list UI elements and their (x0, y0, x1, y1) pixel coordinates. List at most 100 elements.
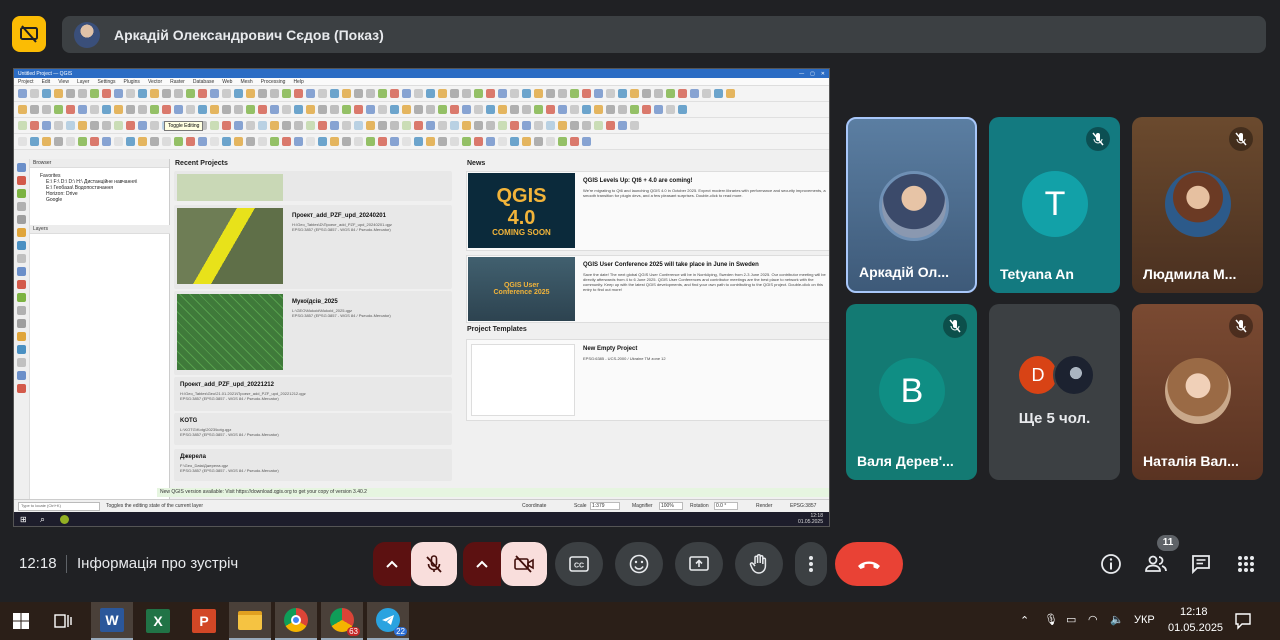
toolbar-tool-icon[interactable] (690, 89, 699, 98)
qgis-menu-item[interactable]: Mesh (240, 79, 252, 85)
toolbar-tool-icon[interactable] (330, 121, 339, 130)
toolbar-tool-icon[interactable] (282, 121, 291, 130)
toolbar-tool-icon[interactable] (642, 105, 651, 114)
toolbar-tool-icon[interactable] (114, 105, 123, 114)
recent-project-card[interactable]: Мукоїдсів_2025 L:\GEO\Mukoid\Mukoid_2025… (174, 291, 452, 375)
toolbar-tool-icon[interactable] (186, 105, 195, 114)
toolbar-tool-icon[interactable] (90, 105, 99, 114)
toolbar-tool-icon[interactable] (582, 89, 591, 98)
toolbar-tool-icon[interactable] (426, 121, 435, 130)
toolbar-tool-icon[interactable] (606, 105, 615, 114)
toolbar-tool-icon[interactable] (366, 137, 375, 146)
toolbar-tool-icon[interactable] (42, 121, 51, 130)
recent-project-card[interactable]: Проект_add_PZF_upd_20221212 H:\Geo_Table… (174, 377, 452, 411)
toolbar-tool-icon[interactable] (138, 89, 147, 98)
toolbar-tool-icon[interactable] (414, 105, 423, 114)
side-tool-icon[interactable] (17, 202, 26, 211)
toolbar-tool-icon[interactable] (138, 121, 147, 130)
toolbar-tool-icon[interactable] (270, 89, 279, 98)
toolbar-tool-icon[interactable] (486, 137, 495, 146)
side-tool-icon[interactable] (17, 189, 26, 198)
toolbar-tool-icon[interactable] (306, 89, 315, 98)
toolbar-tool-icon[interactable] (270, 105, 279, 114)
chat-button[interactable] (1189, 552, 1213, 576)
toolbar-tool-icon[interactable] (330, 105, 339, 114)
recent-project-card[interactable]: Проект_add_PZF_upd_20240201 H:\Geo_Table… (174, 205, 452, 289)
toolbar-tool-icon[interactable] (234, 137, 243, 146)
toolbar-tool-icon[interactable] (234, 105, 243, 114)
toolbar-tool-icon[interactable] (546, 121, 555, 130)
toolbar-tool-icon[interactable] (654, 89, 663, 98)
toolbar-tool-icon[interactable] (522, 89, 531, 98)
toolbar-tool-icon[interactable] (78, 105, 87, 114)
toolbar-tool-icon[interactable] (318, 121, 327, 130)
toolbar-tool-icon[interactable] (618, 89, 627, 98)
toolbar-tool-icon[interactable] (450, 105, 459, 114)
toolbar-tool-icon[interactable] (390, 89, 399, 98)
toolbar-tool-icon[interactable] (630, 89, 639, 98)
toolbar-tool-icon[interactable] (474, 89, 483, 98)
toolbar-tool-icon[interactable] (390, 137, 399, 146)
participant-tile[interactable]: Аркадій Ол... (846, 117, 977, 293)
toolbar-tool-icon[interactable] (114, 89, 123, 98)
toolbar-tool-icon[interactable] (666, 105, 675, 114)
toolbar-tool-icon[interactable] (222, 121, 231, 130)
toolbar-tool-icon[interactable] (162, 105, 171, 114)
side-tool-icon[interactable] (17, 358, 26, 367)
toolbar-tool-icon[interactable] (498, 89, 507, 98)
reactions-button[interactable] (615, 542, 663, 586)
toolbar-tool-icon[interactable] (534, 137, 543, 146)
toolbar-tool-icon[interactable] (354, 105, 363, 114)
toolbar-tool-icon[interactable] (414, 89, 423, 98)
toolbar-tool-icon[interactable] (582, 137, 591, 146)
toolbar-tool-icon[interactable] (618, 105, 627, 114)
toolbar-tool-icon[interactable] (366, 89, 375, 98)
template-item[interactable]: New Empty Project EPSG:6385 - UCS-2000 /… (466, 339, 829, 421)
toolbar-tool-icon[interactable] (678, 105, 687, 114)
crs-button[interactable]: EPSG:3857 (790, 503, 816, 509)
toolbar-tool-icon[interactable] (78, 137, 87, 146)
toolbar-tool-icon[interactable] (114, 121, 123, 130)
toolbar-tool-icon[interactable] (366, 105, 375, 114)
toolbar-tool-icon[interactable] (138, 105, 147, 114)
toolbar-tool-icon[interactable] (498, 105, 507, 114)
toolbar-tool-icon[interactable] (366, 121, 375, 130)
toolbar-tool-icon[interactable] (438, 137, 447, 146)
rotation-field[interactable]: 0.0 ° (714, 502, 738, 510)
toolbar-tool-icon[interactable] (270, 121, 279, 130)
qgis-menu-item[interactable]: Help (293, 79, 303, 85)
toolbar-tool-icon[interactable] (582, 105, 591, 114)
toolbar-tool-icon[interactable] (186, 89, 195, 98)
activities-button[interactable] (1234, 552, 1258, 576)
qgis-menu-item[interactable]: Raster (170, 79, 185, 85)
meeting-info-link[interactable]: Інформація про зустріч (77, 555, 238, 572)
toolbar-tool-icon[interactable] (18, 137, 27, 146)
toolbar-tool-icon[interactable] (102, 121, 111, 130)
toolbar-tool-icon[interactable] (78, 89, 87, 98)
qgis-menu-item[interactable]: Vector (148, 79, 162, 85)
toolbar-tool-icon[interactable] (438, 121, 447, 130)
toolbar-tool-icon[interactable] (198, 89, 207, 98)
toolbar-tool-icon[interactable] (258, 89, 267, 98)
toolbar-tool-icon[interactable] (654, 105, 663, 114)
toolbar-tool-icon[interactable] (126, 137, 135, 146)
toolbar-tool-icon[interactable] (186, 137, 195, 146)
toolbar-tool-icon[interactable] (474, 105, 483, 114)
recent-project-card[interactable]: Джерела F:\Geo_Data\Джерела.qgz EPSG:385… (174, 449, 452, 481)
toolbar-tool-icon[interactable] (414, 121, 423, 130)
toolbar-tool-icon[interactable] (246, 89, 255, 98)
toolbar-tool-icon[interactable] (582, 121, 591, 130)
toolbar-tool-icon[interactable] (522, 105, 531, 114)
render-checkbox[interactable]: Render (756, 503, 772, 509)
toolbar-tool-icon[interactable] (354, 121, 363, 130)
toolbar-tool-icon[interactable] (354, 137, 363, 146)
toolbar-tool-icon[interactable] (462, 89, 471, 98)
wifi-icon[interactable]: ◠ (1088, 613, 1098, 626)
toolbar-tool-icon[interactable] (558, 89, 567, 98)
toolbar-tool-icon[interactable] (594, 89, 603, 98)
side-tool-icon[interactable] (17, 176, 26, 185)
side-tool-icon[interactable] (17, 371, 26, 380)
toolbar-tool-icon[interactable] (438, 89, 447, 98)
toolbar-tool-icon[interactable] (522, 137, 531, 146)
toolbar-tool-icon[interactable] (510, 121, 519, 130)
